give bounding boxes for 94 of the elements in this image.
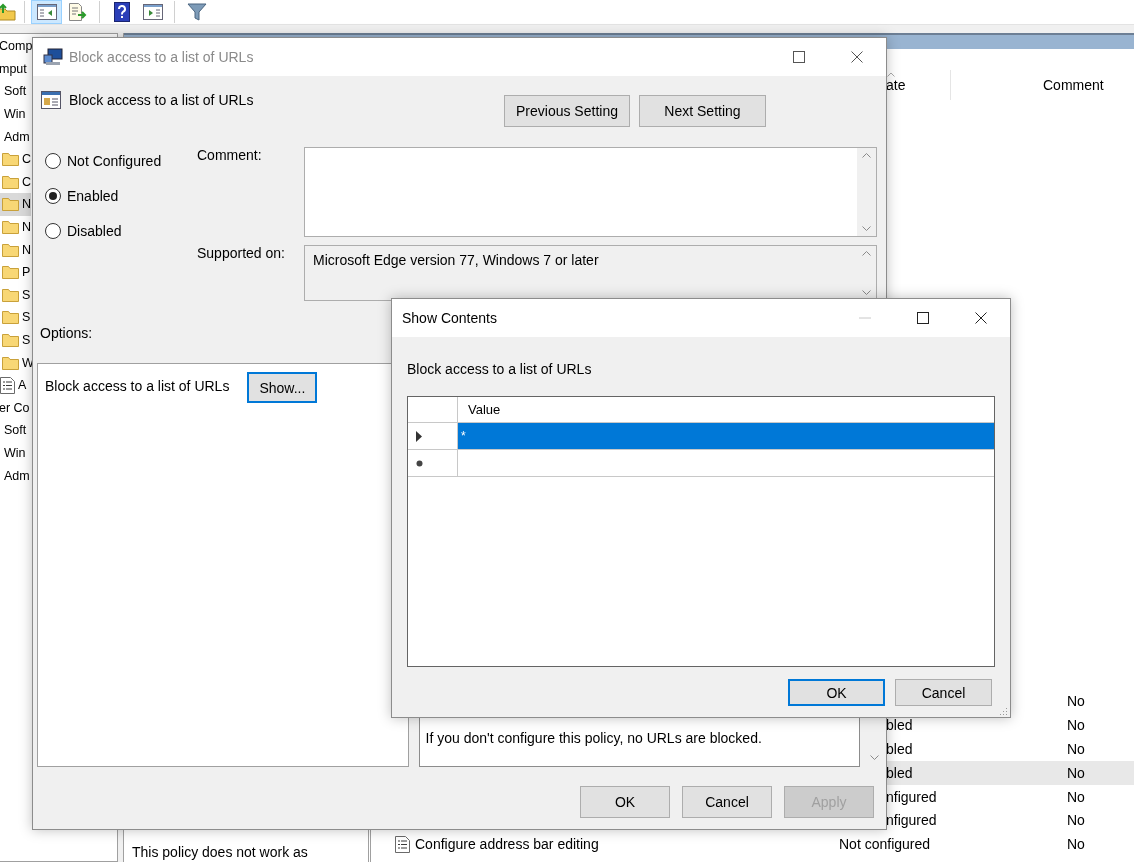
row-header[interactable] <box>408 450 458 477</box>
state-text: nfigured <box>886 788 937 805</box>
state-text: bled <box>886 764 913 781</box>
maximize-icon <box>793 51 805 63</box>
comment-text: No <box>1067 788 1085 805</box>
tree-item[interactable]: Win <box>0 102 31 126</box>
tree-item[interactable]: C <box>0 147 31 171</box>
scroll-down-icon[interactable] <box>870 755 879 761</box>
comment-text: No <box>1067 812 1085 829</box>
tree-item[interactable]: N <box>0 215 31 239</box>
folder-icon <box>2 152 19 167</box>
tree-item[interactable]: Soft <box>0 419 31 442</box>
scroll-up-icon[interactable] <box>862 152 871 158</box>
tree-item[interactable]: A <box>0 373 31 397</box>
option-label: Block access to a list of URLs <box>45 378 230 394</box>
row-header[interactable] <box>408 423 458 450</box>
scroll-down-icon[interactable] <box>862 290 871 296</box>
tree-item[interactable]: P <box>0 260 31 284</box>
next-setting-button[interactable]: Next Setting <box>639 95 766 127</box>
folder-icon <box>2 355 19 370</box>
tree-item[interactable]: C <box>0 170 31 194</box>
radio-label[interactable]: Enabled <box>67 187 119 204</box>
current-row-icon <box>416 430 422 442</box>
tree-item[interactable]: mput <box>0 57 31 81</box>
scroll-down-icon[interactable] <box>862 226 871 232</box>
value-cell[interactable]: * <box>458 423 994 450</box>
show-button[interactable]: Show... <box>247 372 318 403</box>
resize-grip-icon[interactable] <box>1000 707 1008 715</box>
folder-icon <box>2 174 19 189</box>
tree-item[interactable]: S <box>0 283 31 307</box>
column-header[interactable]: ate <box>886 77 906 93</box>
supported-on-text: Microsoft Edge version 77, Windows 7 or later <box>312 251 600 270</box>
radio-label[interactable]: Disabled <box>67 222 122 239</box>
window-title: Block access to a list of URLs <box>69 49 254 65</box>
folder-icon <box>2 310 19 325</box>
list-row[interactable]: Configure address bar editing Not configured No <box>371 832 1134 856</box>
computer-icon <box>43 48 63 66</box>
list-label: Block access to a list of URLs <box>407 361 593 379</box>
comment-field[interactable] <box>304 147 877 237</box>
comment-text: No <box>1067 836 1085 853</box>
comment-text: No <box>1067 740 1085 757</box>
tree-item[interactable]: S <box>0 328 31 352</box>
close-icon <box>975 312 987 324</box>
tree-item[interactable]: S <box>0 306 31 329</box>
export-list-icon <box>67 3 88 21</box>
action-pane-icon <box>142 4 163 20</box>
help-text: If you don't configure this policy, no URLs are blocked. <box>425 730 763 746</box>
radio-button[interactable] <box>45 152 61 169</box>
tree-item[interactable]: Win <box>0 441 31 465</box>
supported-label: Supported on: <box>197 245 286 263</box>
tree-item[interactable]: N <box>0 238 31 261</box>
tree-item[interactable]: Adm <box>0 125 31 148</box>
radio-label[interactable]: Not Configured <box>67 152 162 169</box>
folder-icon <box>2 265 19 280</box>
folder-up-icon <box>0 3 17 21</box>
folder-icon <box>2 220 19 235</box>
dialog-button[interactable]: OK <box>788 679 885 706</box>
state-text: Not configured <box>839 836 931 853</box>
comment-text: No <box>1067 717 1085 734</box>
value-text: * <box>461 429 466 443</box>
window-title: Show Contents <box>402 310 497 326</box>
state-text: bled <box>886 717 913 734</box>
state-text: nfigured <box>886 812 937 829</box>
options-label: Options: <box>40 325 93 341</box>
tree-item[interactable]: er Co <box>0 396 31 420</box>
setting-heading: Block access to a list of URLs <box>69 92 254 110</box>
dialog-button[interactable]: OK <box>580 786 670 818</box>
scroll-up-icon[interactable] <box>862 250 871 256</box>
dialog-button[interactable]: Cancel <box>682 786 772 818</box>
folder-icon <box>2 333 19 347</box>
policy-setting-icon <box>41 90 61 110</box>
folder-icon <box>2 287 19 302</box>
comment-text: No <box>1067 764 1085 781</box>
state-text: bled <box>886 740 913 757</box>
comment-label: Comment: <box>197 147 263 165</box>
tree-item[interactable]: N <box>0 193 31 216</box>
close-icon <box>851 51 863 63</box>
description-text: This policy does not work as <box>132 845 309 860</box>
tree-pane-icon <box>36 4 57 20</box>
policy-icon <box>395 835 410 853</box>
radio-button[interactable] <box>45 187 61 204</box>
column-header[interactable]: Comment <box>1043 77 1104 93</box>
folder-icon <box>2 242 19 257</box>
tree-item[interactable]: Soft <box>0 80 31 103</box>
radio-button[interactable] <box>45 222 61 239</box>
tree-item[interactable]: Comp <box>0 35 31 58</box>
previous-setting-button[interactable]: Previous Setting <box>504 95 630 127</box>
filter-icon <box>186 2 207 22</box>
maximize-icon <box>917 312 929 324</box>
dialog-button[interactable]: Cancel <box>895 679 992 706</box>
new-row-icon <box>416 459 423 467</box>
tree-item[interactable]: Adm <box>0 464 31 487</box>
policy-name: Configure address bar editing <box>415 836 599 853</box>
folder-icon <box>2 197 19 212</box>
